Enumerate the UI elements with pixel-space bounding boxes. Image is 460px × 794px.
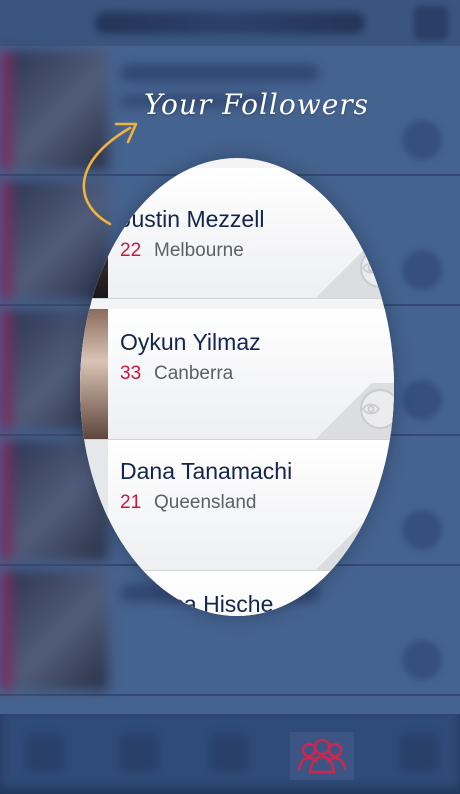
tab-settings[interactable] [400, 734, 438, 772]
card-fold [294, 514, 394, 570]
follower-card[interactable]: Jessica Hische [80, 571, 394, 616]
blurred-menu-icon [414, 6, 448, 40]
follower-photo [80, 440, 108, 570]
background-header [0, 0, 460, 46]
follower-age: 21 [120, 492, 142, 513]
blurred-eye-icon [402, 510, 442, 550]
tab-messages[interactable] [210, 734, 248, 772]
blurred-eye-icon [402, 120, 442, 160]
follower-city: Queensland [154, 492, 257, 513]
follower-card[interactable]: Oykun Yilmaz 33 Canberra [80, 309, 394, 440]
followers-spotlight: Justin Mezzell 22 Melbourne Oykun Yilmaz… [80, 158, 394, 616]
tab-followers[interactable] [290, 732, 354, 780]
tab-bar [0, 714, 460, 794]
follower-age: 33 [120, 363, 142, 384]
overlay-title: Your Followers [144, 88, 370, 121]
follower-age: 22 [120, 240, 142, 261]
follower-photo [80, 571, 108, 616]
follower-name: Jessica Hische [120, 591, 274, 616]
blurred-eye-icon [402, 380, 442, 420]
follower-card[interactable]: Dana Tanamachi 21 Queensland [80, 440, 394, 571]
tab-home[interactable] [26, 734, 64, 772]
blurred-eye-icon [402, 640, 442, 680]
blurred-title [95, 12, 365, 34]
follower-city: Canberra [154, 363, 234, 384]
follower-name: Oykun Yilmaz [120, 329, 261, 355]
follower-card[interactable]: Justin Mezzell 22 Melbourne [80, 168, 394, 299]
blurred-text [120, 64, 320, 82]
follower-name: Dana Tanamachi [120, 458, 293, 484]
follower-name: Justin Mezzell [120, 206, 265, 232]
follower-photo [80, 168, 108, 298]
followers-group-icon [297, 738, 347, 774]
followers-list: Justin Mezzell 22 Melbourne Oykun Yilmaz… [80, 158, 394, 616]
follower-city: Melbourne [154, 240, 244, 261]
blurred-eye-icon [402, 250, 442, 290]
tab-search[interactable] [120, 734, 158, 772]
eye-icon[interactable] [360, 389, 394, 429]
eye-icon[interactable] [360, 248, 394, 288]
follower-photo [80, 309, 108, 439]
